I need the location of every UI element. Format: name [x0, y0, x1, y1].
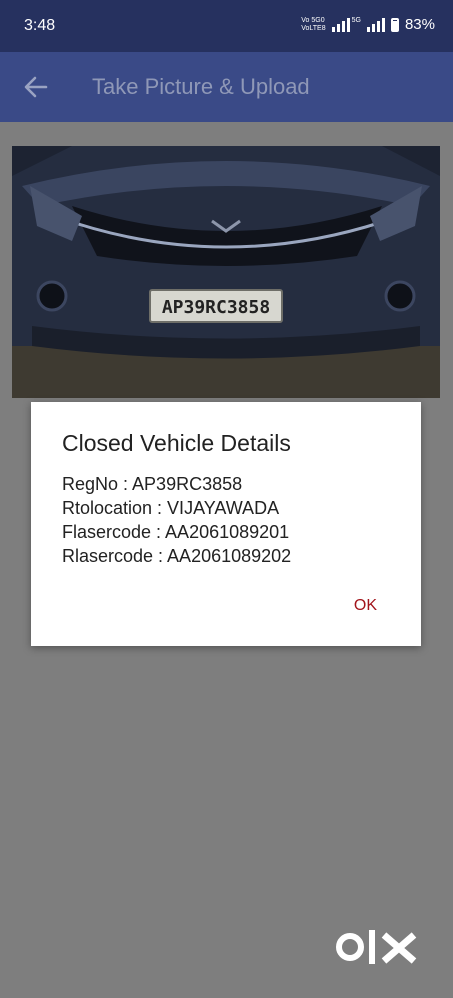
flaser-code-line: Flasercode : AA2061089201 [62, 522, 290, 542]
olx-watermark-logo [336, 930, 417, 964]
signal-icon-2 [366, 17, 385, 32]
car-front-image: AP39RC3858 [12, 146, 440, 398]
rlaser-code-line: Rlasercode : AA2061089202 [62, 546, 292, 566]
reg-no-line: RegNo : AP39RC3858 [62, 474, 243, 494]
license-plate-text: AP39RC3858 [162, 297, 270, 318]
network-type-label: Vo 5G0 VoLTE8 [301, 16, 326, 32]
battery-percent: 83% [404, 16, 435, 33]
vehicle-photo: AP39RC3858 [12, 146, 440, 398]
status-time: 3:48 [24, 17, 56, 34]
dialog-title: Closed Vehicle Details [62, 430, 291, 456]
signal-icon [331, 17, 350, 32]
battery-icon [390, 17, 399, 32]
arrow-left-icon[interactable] [22, 70, 50, 104]
signal-tag: 5G [351, 17, 361, 24]
status-icons: Vo 5G0 VoLTE8 5G 83% [301, 16, 435, 33]
status-bar: 3:48 Vo 5G0 VoLTE8 5G 83% [0, 0, 453, 52]
page-title: Take Picture & Upload [92, 74, 310, 99]
vehicle-details-dialog: Closed Vehicle Details RegNo : AP39RC385… [31, 402, 421, 646]
app-bar: Take Picture & Upload [0, 52, 453, 122]
ok-button[interactable]: OK [354, 597, 377, 615]
rto-location-line: Rtolocation : VIJAYAWADA [62, 498, 280, 518]
dialog-message: RegNo : AP39RC3858 Rtolocation : VIJAYAW… [62, 472, 291, 568]
